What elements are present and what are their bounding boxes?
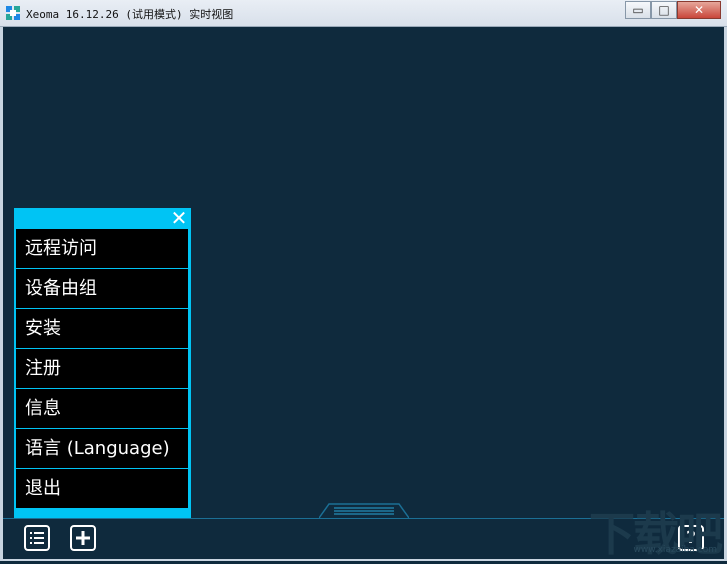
minimize-icon: ▭ [632,3,644,17]
menu-item-register[interactable]: 注册 [16,349,188,389]
menu-list: 远程访问 设备由组 安装 注册 信息 语言 (Language) 退出 [16,229,188,509]
title-bar[interactable]: Xeoma 16.12.26 (试用模式) 实时视图 ▭ □ ✕ [0,0,727,27]
menu-close-icon[interactable]: ✕ [170,208,188,228]
maximize-button[interactable]: □ [651,1,677,19]
menu-item-remote-access[interactable]: 远程访问 [16,229,188,269]
maximize-icon: □ [658,3,670,17]
menu-item-device-groups[interactable]: 设备由组 [16,269,188,309]
menu-item-exit[interactable]: 退出 [16,469,188,509]
add-camera-button[interactable] [70,525,96,551]
minimize-button[interactable]: ▭ [625,1,651,19]
plus-icon [76,531,90,545]
menu-item-language[interactable]: 语言 (Language) [16,429,188,469]
close-button[interactable]: ✕ [677,1,721,19]
menu-item-info[interactable]: 信息 [16,389,188,429]
watermark-url: www.xiazaiba.com [633,545,717,555]
list-icon [30,532,44,544]
xeoma-app-icon [6,6,20,20]
panel-toggle-handle[interactable] [319,502,409,519]
menu-item-install[interactable]: 安装 [16,309,188,349]
close-icon: ✕ [693,3,705,17]
main-menu-panel: ✕ 远程访问 设备由组 安装 注册 信息 语言 (Language) 退出 [14,208,191,518]
window-title: Xeoma 16.12.26 (试用模式) 实时视图 [26,8,234,21]
camera-list-button[interactable] [24,525,50,551]
